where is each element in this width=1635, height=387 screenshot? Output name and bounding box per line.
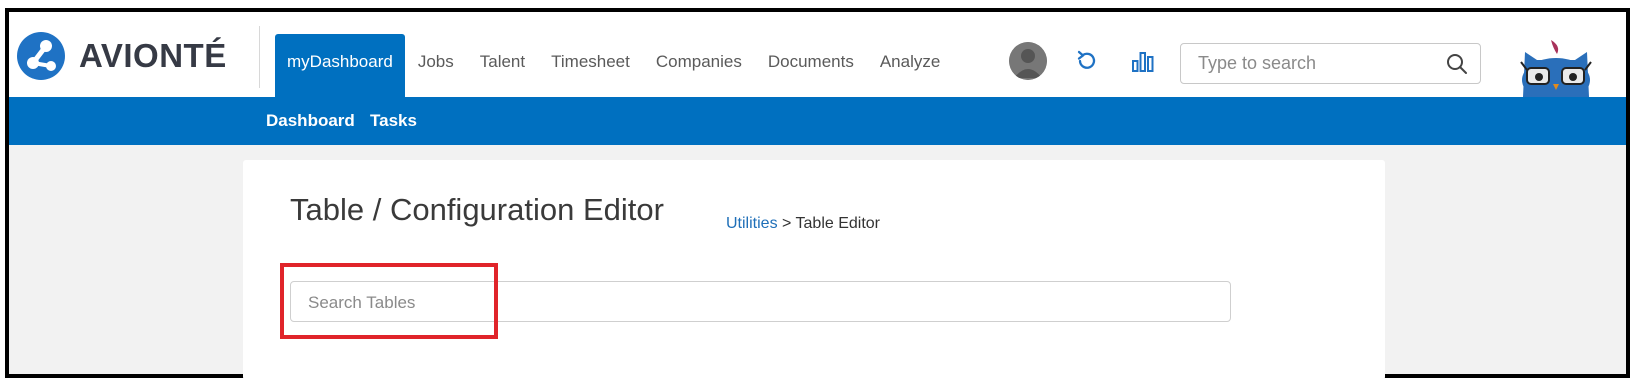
search-icon[interactable] [1446, 53, 1468, 80]
main-nav: myDashboard Jobs Talent Timesheet Compan… [275, 34, 953, 97]
nav-item-timesheet[interactable]: Timesheet [538, 34, 643, 97]
bar-chart-icon[interactable] [1131, 49, 1155, 78]
refresh-icon[interactable] [1075, 49, 1099, 78]
breadcrumb-separator: > [782, 215, 792, 232]
table-search-field [290, 281, 1231, 322]
global-search [1180, 43, 1481, 84]
subnav-item-tasks[interactable]: Tasks [370, 111, 417, 131]
nav-item-mydashboard[interactable]: myDashboard [275, 34, 405, 97]
nav-item-companies[interactable]: Companies [643, 34, 755, 97]
nav-item-talent[interactable]: Talent [467, 34, 538, 97]
brand-logo[interactable]: AVIONTÉ [17, 32, 227, 80]
nav-item-analyze[interactable]: Analyze [867, 34, 953, 97]
subnav-item-dashboard[interactable]: Dashboard [266, 111, 355, 131]
user-avatar-icon [1009, 42, 1047, 80]
page-title: Table / Configuration Editor [290, 192, 664, 227]
top-navigation-bar: AVIONTÉ myDashboard Jobs Talent Timeshee… [9, 12, 1626, 102]
breadcrumb-link-utilities[interactable]: Utilities [726, 215, 778, 232]
nav-item-documents[interactable]: Documents [755, 34, 867, 97]
search-tables-input[interactable] [306, 292, 1210, 314]
header-divider [259, 26, 260, 88]
brand-name: AVIONTÉ [79, 37, 227, 74]
global-search-input[interactable] [1196, 52, 1440, 75]
breadcrumb: Utilities > Table Editor [726, 215, 880, 233]
nav-item-jobs[interactable]: Jobs [405, 34, 467, 97]
sub-navigation-bar: Dashboard Tasks [9, 97, 1626, 145]
breadcrumb-current: Table Editor [795, 215, 881, 232]
avatar[interactable] [1009, 42, 1047, 80]
owl-mascot-icon[interactable] [1517, 40, 1595, 102]
avionte-logo-icon [17, 32, 65, 80]
